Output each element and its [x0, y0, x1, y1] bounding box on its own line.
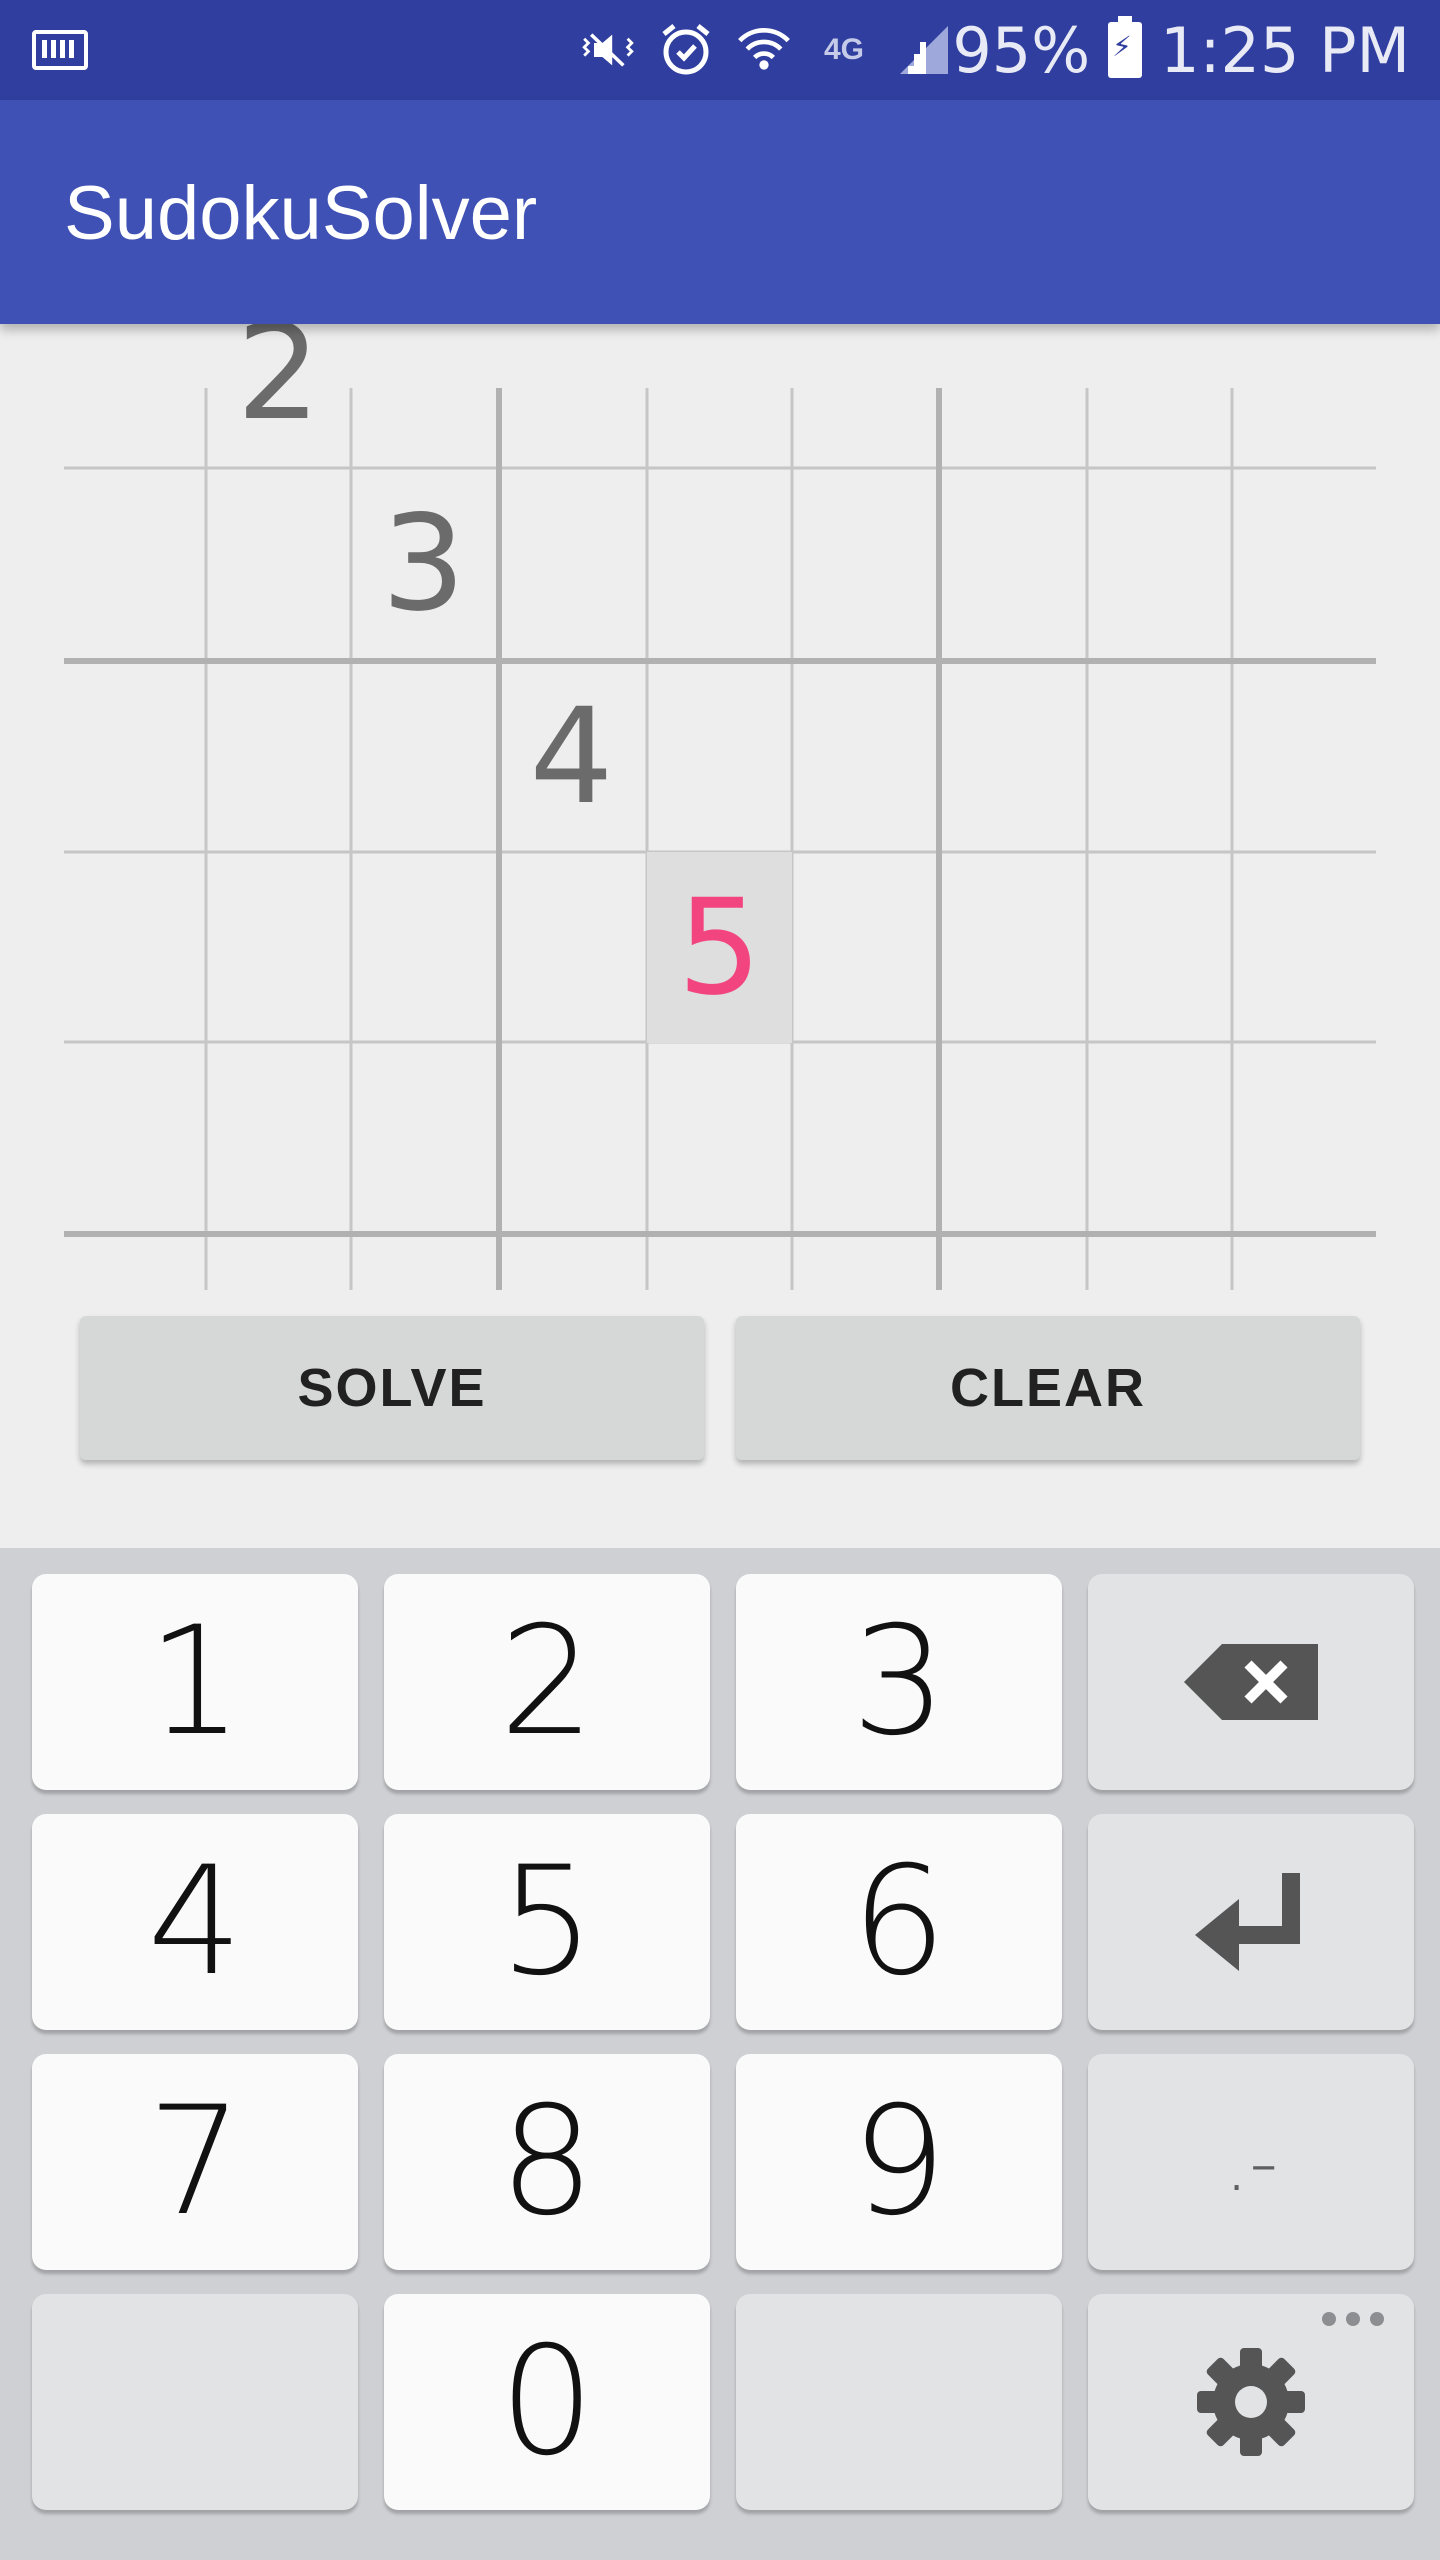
key-5[interactable]: 5 — [384, 1814, 710, 2030]
enter-key[interactable] — [1088, 1814, 1414, 2030]
key-0[interactable]: 0 — [384, 2294, 710, 2510]
key-1[interactable]: 1 — [32, 1574, 358, 1790]
key-6[interactable]: 6 — [736, 1814, 1062, 2030]
numeric-keyboard: 1 2 3 4 5 6 7 8 9 .- 0 — [0, 1548, 1440, 2560]
wifi-icon — [736, 22, 792, 78]
more-dots-icon — [1322, 2312, 1384, 2326]
network-type: 4G — [823, 33, 865, 66]
grid-cell[interactable]: 2 — [206, 324, 351, 468]
key-7[interactable]: 7 — [32, 2054, 358, 2270]
keyboard-icon — [32, 30, 88, 70]
signal-icon — [896, 22, 952, 78]
blank-key-right[interactable] — [736, 2294, 1062, 2510]
clock: 1:25 PM — [1160, 13, 1410, 87]
key-3[interactable]: 3 — [736, 1574, 1062, 1790]
battery-percent: 95% — [952, 13, 1091, 87]
settings-key[interactable] — [1088, 2294, 1414, 2510]
key-8[interactable]: 8 — [384, 2054, 710, 2270]
grid-cell[interactable]: 3 — [351, 468, 496, 659]
enter-icon — [1195, 1873, 1300, 1971]
blank-key-left[interactable] — [32, 2294, 358, 2510]
backspace-icon — [1184, 1644, 1318, 1720]
app-title: SudokuSolver — [64, 171, 538, 256]
grid-lines — [64, 388, 1376, 1290]
sudoku-grid[interactable]: 2345 — [64, 324, 1376, 1290]
key-4[interactable]: 4 — [32, 1814, 358, 2030]
status-bar: 4G 95% 1:25 PM — [0, 0, 1440, 100]
status-icons: 4G — [580, 20, 952, 80]
status-right: 95% 1:25 PM — [952, 13, 1410, 87]
vibrate-mute-icon — [580, 22, 636, 78]
solve-button[interactable]: SOLVE — [80, 1316, 704, 1460]
gear-icon — [1197, 2348, 1305, 2456]
backspace-key[interactable] — [1088, 1574, 1414, 1790]
period-dash-label: .- — [1223, 2115, 1279, 2209]
period-dash-key[interactable]: .- — [1088, 2054, 1414, 2270]
app-bar: SudokuSolver — [0, 100, 1440, 324]
key-2[interactable]: 2 — [384, 1574, 710, 1790]
battery-charging-icon — [1108, 16, 1143, 78]
alarm-icon — [658, 22, 714, 78]
grid-cell[interactable]: 4 — [499, 661, 644, 852]
clear-button[interactable]: CLEAR — [736, 1316, 1360, 1460]
key-9[interactable]: 9 — [736, 2054, 1062, 2270]
selected-grid-cell[interactable]: 5 — [647, 852, 792, 1043]
